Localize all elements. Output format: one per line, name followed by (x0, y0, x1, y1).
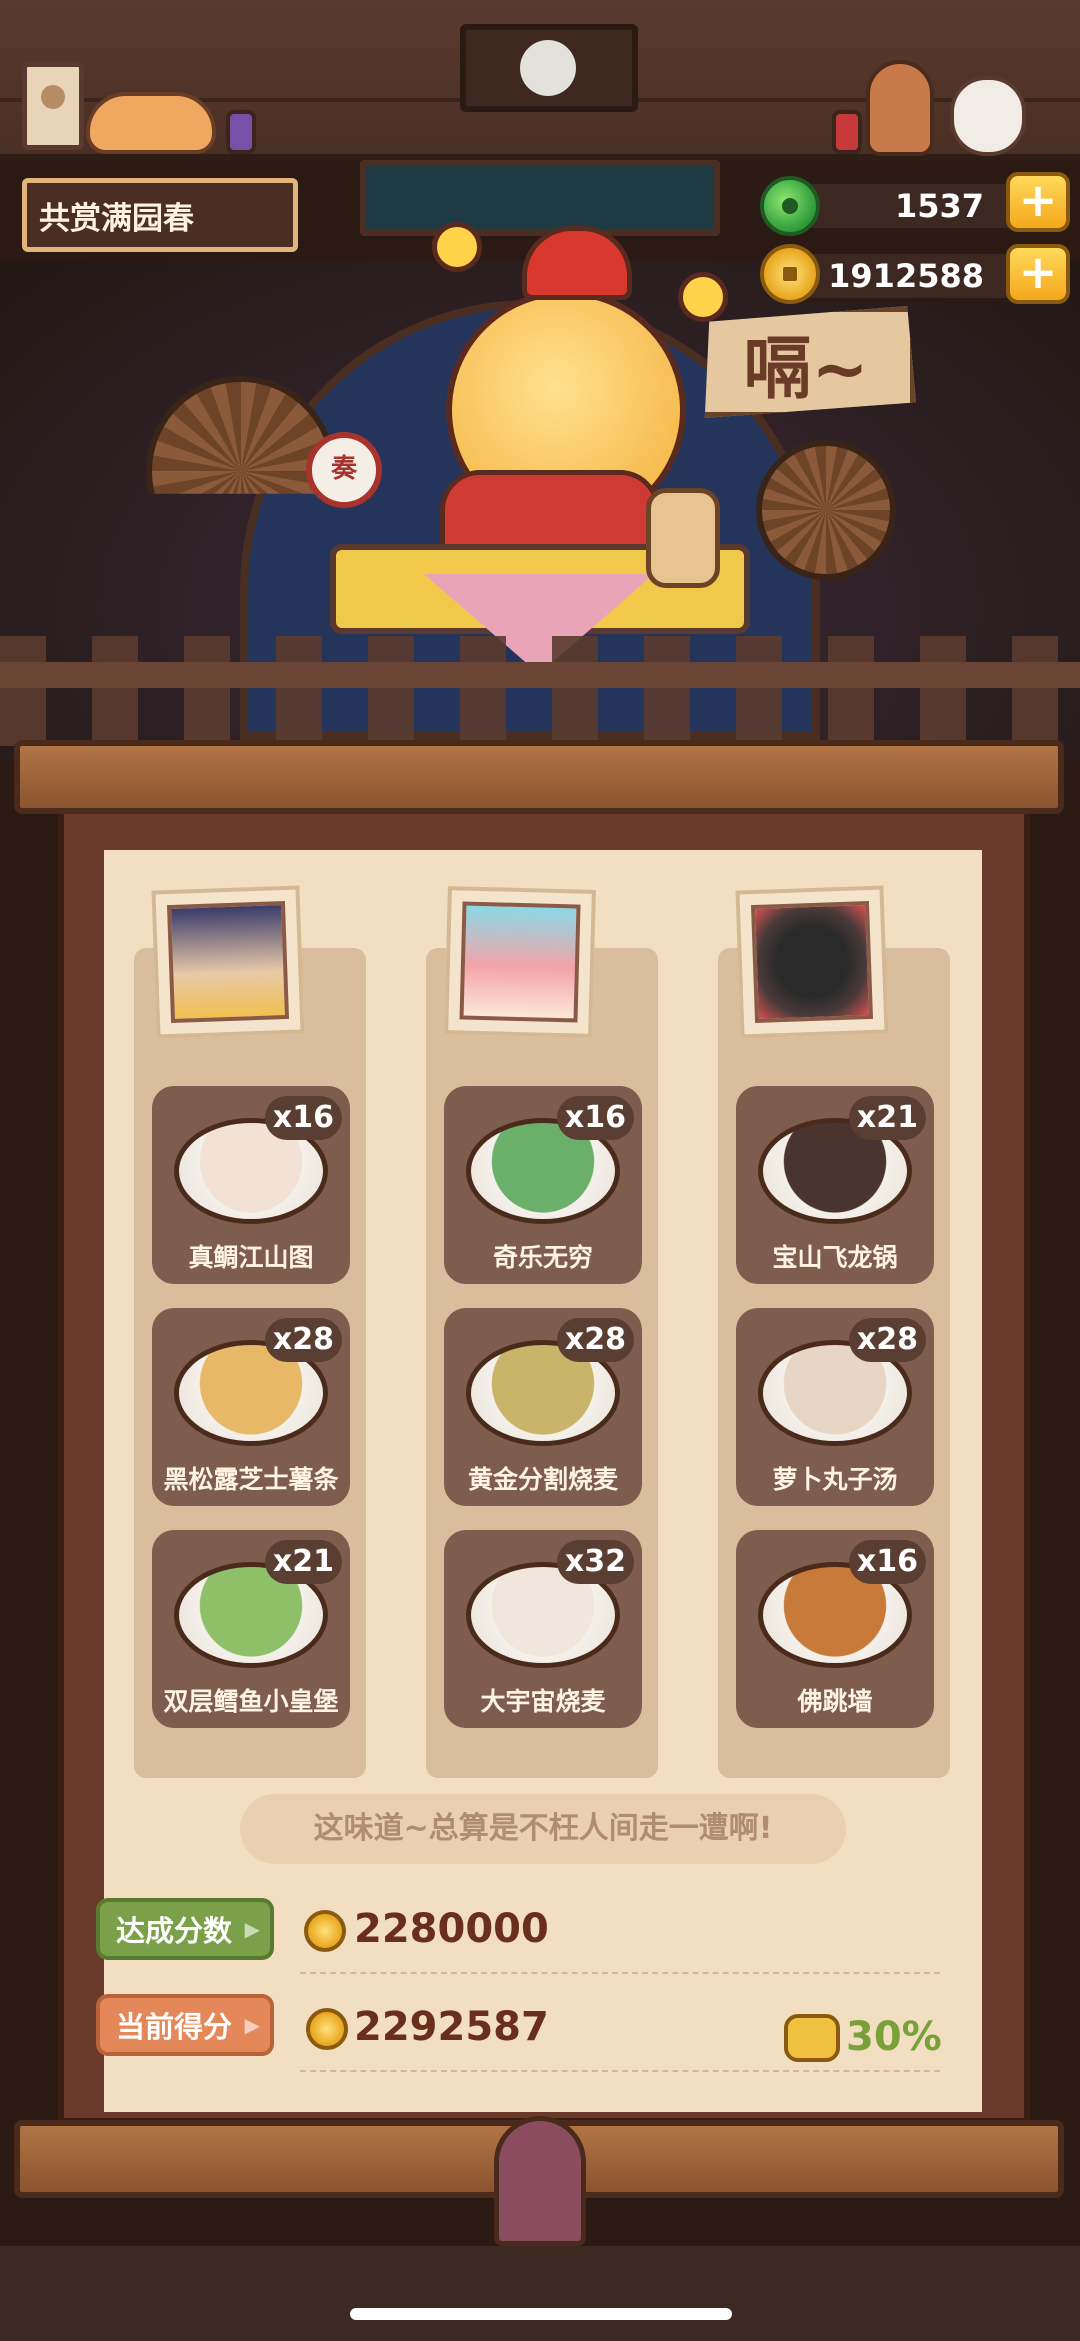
knot-tassel-icon (494, 2116, 586, 2246)
dish-card[interactable]: x32 大宇宙烧麦 (444, 1530, 642, 1728)
event-title: 共赏满园春 (22, 178, 298, 252)
sleeping-cat-icon (86, 92, 216, 154)
home-indicator[interactable] (350, 2308, 732, 2320)
jade-icon (760, 176, 820, 236)
guest-portrait-emperor[interactable] (151, 885, 305, 1039)
dish-quantity: x28 (848, 1318, 926, 1362)
fan-icon (756, 440, 896, 580)
dish-card[interactable]: x21 双层鳕鱼小皇堡 (152, 1530, 350, 1728)
current-score-label: 当前得分 (96, 1994, 274, 2056)
npc-cat-avatar[interactable] (950, 76, 1026, 156)
dish-name: 宝山飞龙锅 (772, 1243, 898, 1272)
dish-name: 双层鳕鱼小皇堡 (163, 1687, 339, 1716)
lantern-icon (226, 110, 256, 154)
bonus-pot-icon (784, 2014, 840, 2062)
fence-rail (0, 662, 1080, 688)
lantern-icon (832, 110, 862, 154)
raccoon-banner-icon[interactable] (460, 24, 638, 112)
dish-name: 大宇宙烧麦 (480, 1687, 606, 1716)
coin-icon (760, 244, 820, 304)
dish-quantity: x21 (264, 1540, 342, 1584)
dish-quantity: x16 (556, 1096, 634, 1140)
target-score-label: 达成分数 (96, 1898, 274, 1960)
dish-name: 萝卜丸子汤 (772, 1465, 898, 1494)
dish-name: 奇乐无穷 (492, 1243, 593, 1272)
dish-card[interactable]: x28 黄金分割烧麦 (444, 1308, 642, 1506)
burp-speech-sign: 嗝~ (704, 306, 916, 418)
dish-quantity: x28 (556, 1318, 634, 1362)
dish-quantity: x16 (264, 1096, 342, 1140)
bonus-percentage: 30% (846, 2014, 942, 2060)
guest-comment: 这味道~总算是不枉人间走一遭啊! (240, 1794, 846, 1864)
coin-ornament-icon (432, 222, 482, 272)
dish-name: 佛跳墙 (797, 1687, 873, 1716)
guest-portrait-beast[interactable] (735, 885, 889, 1039)
paw-sign-icon[interactable] (22, 62, 84, 150)
coin-ornament-icon (678, 272, 728, 322)
dish-quantity: x32 (556, 1540, 634, 1584)
guest-portrait-girl[interactable] (444, 886, 596, 1038)
fence (0, 636, 1080, 746)
dish-name: 黄金分割烧麦 (467, 1465, 618, 1494)
add-jade-button[interactable]: + (1006, 172, 1070, 232)
dish-card[interactable]: x28 萝卜丸子汤 (736, 1308, 934, 1506)
divider (300, 1972, 940, 1974)
dish-quantity: x28 (264, 1318, 342, 1362)
dish-name: 黑松露芝士薯条 (163, 1465, 339, 1494)
dish-name: 真鲷江山图 (188, 1243, 314, 1272)
npc-girl-avatar[interactable] (866, 60, 934, 156)
dish-card[interactable]: x16 奇乐无穷 (444, 1086, 642, 1284)
emperor-avatar (166, 900, 290, 1024)
divider (300, 2070, 940, 2072)
dish-card[interactable]: x28 黑松露芝士薯条 (152, 1308, 350, 1506)
dish-quantity: x16 (848, 1540, 926, 1584)
shop-plaque (360, 160, 720, 236)
bottom-bar (0, 2246, 1080, 2341)
dish-quantity: x21 (848, 1096, 926, 1140)
coin-icon (306, 2008, 348, 2050)
scroll-rod-top (14, 740, 1064, 814)
dish-card[interactable]: x21 宝山飞龙锅 (736, 1086, 934, 1284)
drum-icon: 奏 (306, 432, 382, 508)
top-decoration-bar (0, 0, 1080, 160)
beast-avatar (750, 900, 874, 1024)
girl-avatar (459, 901, 581, 1023)
stacked-dumplings-icon (646, 488, 720, 588)
target-score-value: 2280000 (354, 1906, 549, 1952)
duck-hat (522, 226, 632, 300)
dish-card[interactable]: x16 佛跳墙 (736, 1530, 934, 1728)
dish-card[interactable]: x16 真鲷江山图 (152, 1086, 350, 1284)
coin-icon (304, 1910, 346, 1952)
add-coin-button[interactable]: + (1006, 244, 1070, 304)
current-score-value: 2292587 (354, 2004, 549, 2050)
